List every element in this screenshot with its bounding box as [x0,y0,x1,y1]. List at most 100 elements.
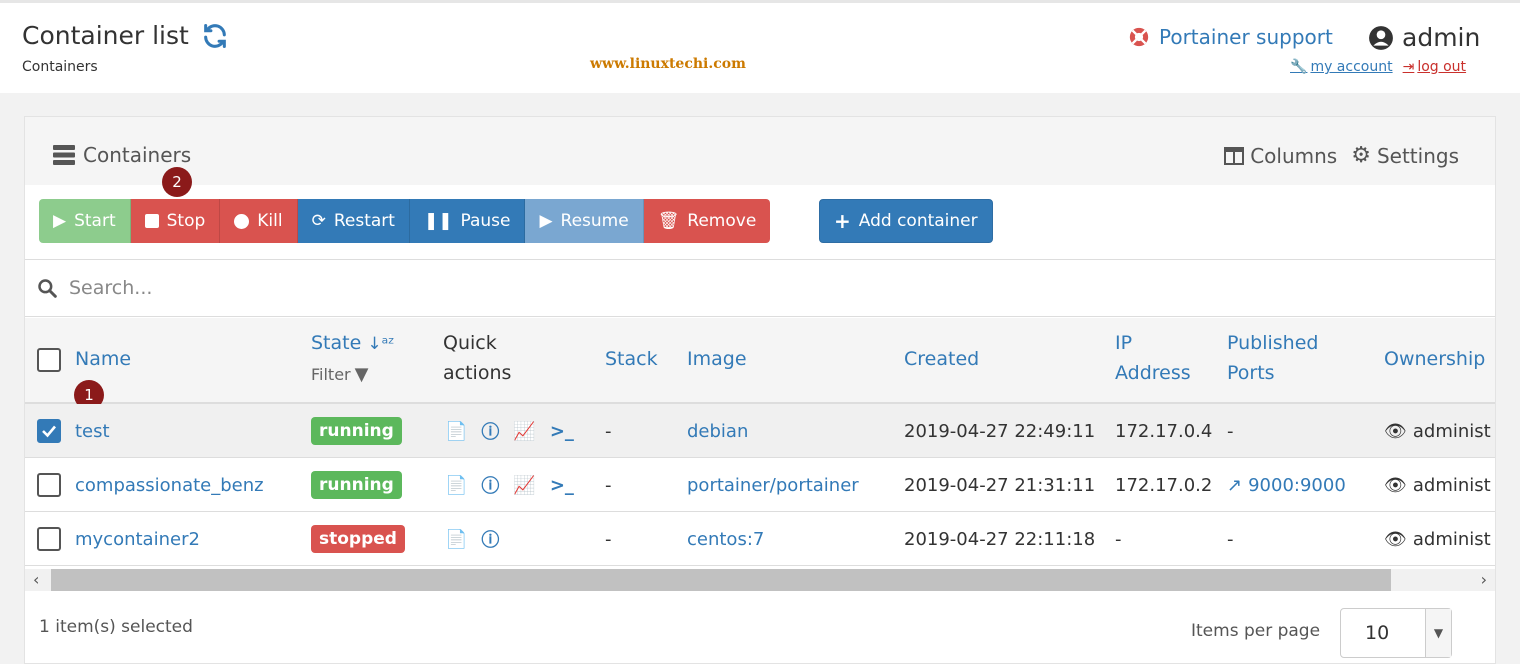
table-row[interactable]: mycontainer2 stopped 📄 ⓘ - centos:7 2019… [25,512,1495,566]
console-icon[interactable]: >_ [550,421,574,442]
container-name-link[interactable]: test [75,404,110,458]
image-link[interactable]: centos:7 [687,512,764,566]
ip-value: - [1115,528,1122,550]
column-image[interactable]: Image [687,344,747,374]
scroll-right-icon[interactable]: › [1481,570,1487,589]
column-name[interactable]: Name [75,344,131,374]
ip-label-2: Address [1115,362,1191,384]
log-out-link[interactable]: ⇥ log out [1403,59,1466,75]
quick-actions-label-2: actions [443,362,512,384]
lifebuoy-icon [1129,27,1149,47]
ports-value: - [1227,528,1234,550]
horizontal-scrollbar[interactable]: ‹ › [25,569,1495,591]
created-value: 2019-04-27 22:49:11 [904,420,1096,442]
pause-button[interactable]: ❚❚ Pause [409,199,526,243]
stack-value: - [605,528,612,550]
logs-icon[interactable]: 📄 [445,475,467,496]
column-ownership[interactable]: Ownership [1384,344,1485,374]
quick-actions: 📄 ⓘ 📈 >_ [445,418,574,444]
add-container-label: Add container [858,211,978,231]
search-bar [25,259,1495,317]
ownership-value: administ [1412,528,1491,550]
stop-button[interactable]: Stop [130,199,221,243]
scrollbar-thumb[interactable] [51,569,1391,591]
my-account-link[interactable]: 🔧 my account [1290,59,1393,75]
ip-value: 172.17.0.4 [1115,420,1213,442]
column-quick-actions: Quick actions [443,328,511,388]
column-created[interactable]: Created [904,344,979,374]
ownership-value: administ [1412,474,1491,496]
top-bar: Container list Containers www.linuxtechi… [0,0,1520,93]
logs-icon[interactable]: 📄 [445,529,467,550]
ports-label-2: Ports [1227,362,1275,384]
remove-button[interactable]: 🗑 Remove [643,199,771,243]
filter-icon: ▼ [354,364,369,385]
row-checkbox[interactable] [37,527,61,551]
scroll-left-icon[interactable]: ‹ [33,570,39,589]
panel-title: Containers [53,143,191,167]
account-links: 🔧 my account ⇥ log out [1290,59,1466,75]
chevron-down-icon: ▼ [1425,609,1451,657]
settings-button[interactable]: ⚙ Settings [1351,143,1459,168]
username: admin [1402,23,1481,52]
inspect-icon[interactable]: ⓘ [481,526,499,552]
column-ip-address[interactable]: IP Address [1115,328,1191,388]
select-all-checkbox[interactable] [37,348,61,372]
sort-icon: ↓ᵃᶻ [367,334,395,354]
logs-icon[interactable]: 📄 [445,421,467,442]
search-icon [38,279,57,298]
items-per-page-select[interactable]: 10 ▼ [1340,608,1452,658]
settings-label: Settings [1376,143,1459,168]
container-name-link[interactable]: compassionate_benz [75,458,264,512]
restart-button[interactable]: ⟳ Restart [297,199,410,243]
row-checkbox[interactable] [37,419,61,443]
ip-value: 172.17.0.2 [1115,474,1213,496]
refresh-icon[interactable] [201,22,229,50]
server-icon [53,145,75,165]
check-icon [42,425,56,438]
container-name-link[interactable]: mycontainer2 [75,512,200,566]
eye-slash-icon: 👁 [1384,420,1407,442]
refresh-icon: ⟳ [311,211,326,231]
row-checkbox[interactable] [37,473,61,497]
start-label: Start [74,211,116,231]
user-circle-icon [1369,25,1393,50]
inspect-icon[interactable]: ⓘ [481,472,499,498]
column-state[interactable]: State ↓ᵃᶻ Filter ▼ [311,328,394,390]
resume-button[interactable]: ▶ Resume [525,199,644,243]
image-link[interactable]: portainer/portainer [687,458,859,512]
state-filter[interactable]: Filter ▼ [311,360,368,390]
table-row[interactable]: compassionate_benz running 📄 ⓘ 📈 >_ - po… [25,458,1495,512]
column-published-ports[interactable]: Published Ports [1227,328,1318,388]
add-container-button[interactable]: + Add container [819,199,993,243]
eye-slash-icon: 👁 [1384,474,1407,496]
image-link[interactable]: debian [687,404,748,458]
eye-slash-icon: 👁 [1384,528,1407,550]
play-icon: ▶ [539,211,553,231]
column-stack[interactable]: Stack [605,344,658,374]
items-per-page-value: 10 [1365,622,1390,644]
external-link-icon: ↗ [1227,474,1243,496]
column-state-label: State [311,332,362,354]
portainer-support-link[interactable]: Portainer support [1128,25,1333,49]
console-icon[interactable]: >_ [550,475,574,496]
search-input[interactable] [69,277,669,299]
table-row[interactable]: test running 📄 ⓘ 📈 >_ - debian 2019-04-2… [25,404,1495,458]
port-link[interactable]: ↗ 9000:9000 [1227,458,1346,512]
restart-label: Restart [333,211,395,231]
log-out-label: log out [1417,59,1467,75]
stats-icon[interactable]: 📈 [513,475,535,496]
start-button[interactable]: ▶ Start [39,199,131,243]
inspect-icon[interactable]: ⓘ [481,418,499,444]
table-header: Name State ↓ᵃᶻ Filter ▼ Quick actions St… [25,318,1495,404]
containers-panel: Containers Columns ⚙ Settings ▶ Start St… [24,116,1496,664]
quick-actions: 📄 ⓘ [445,526,499,552]
user-menu[interactable]: admin [1368,23,1480,52]
created-value: 2019-04-27 21:31:11 [904,474,1096,496]
stats-icon[interactable]: 📈 [513,421,535,442]
items-per-page-label: Items per page [1191,621,1321,641]
trash-icon: 🗑 [657,211,680,231]
columns-button[interactable]: Columns [1224,143,1337,168]
stop-icon [144,214,159,228]
kill-button[interactable]: Kill [220,199,298,243]
